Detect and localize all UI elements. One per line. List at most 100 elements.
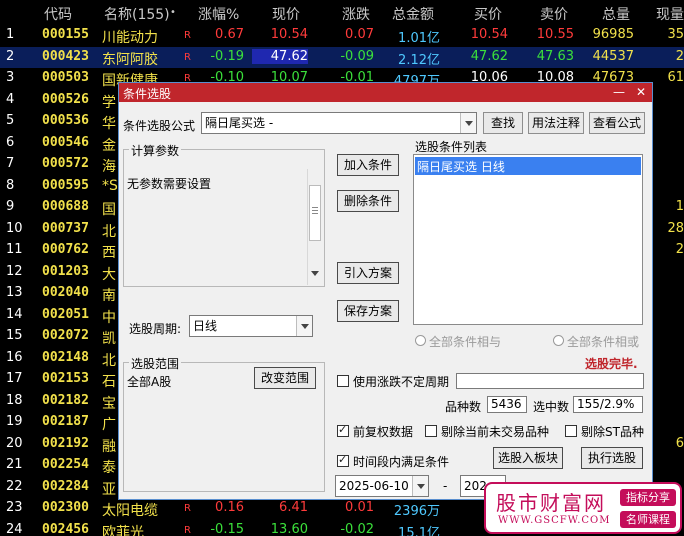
stock-code: 002300 xyxy=(42,500,89,515)
header-current-volume[interactable]: 现量 xyxy=(656,4,684,24)
header-amount[interactable]: 总金额 xyxy=(392,4,434,24)
params-group-title: 计算参数 xyxy=(129,142,182,159)
conditions-list[interactable]: 隔日尾买选 日线 xyxy=(413,154,643,325)
row-index: 17 xyxy=(6,371,23,386)
exclude-untraded-checkbox[interactable] xyxy=(425,425,437,437)
scroll-thumb[interactable] xyxy=(309,185,321,241)
change-range-button[interactable]: 改变范围 xyxy=(254,367,316,389)
row-index: 9 xyxy=(6,199,15,214)
stock-code: 002148 xyxy=(42,349,89,365)
add-condition-button[interactable]: 加入条件 xyxy=(337,154,399,176)
stock-code: 000688 xyxy=(42,199,89,214)
delete-condition-button[interactable]: 删除条件 xyxy=(337,190,399,212)
use-unclosed-period-label: 使用涨跌不定周期 xyxy=(353,375,450,389)
dialog-title: 条件选股 xyxy=(123,87,172,101)
header-bid[interactable]: 买价 xyxy=(474,4,502,24)
stock-code: 000546 xyxy=(42,134,89,150)
stock-code: 002051 xyxy=(42,306,89,322)
time-range-checkbox[interactable] xyxy=(337,453,349,467)
minimize-icon[interactable]: — xyxy=(611,84,627,100)
selected-label: 选中数 xyxy=(533,400,570,414)
params-group xyxy=(123,149,325,287)
change-percent: 0.67 xyxy=(215,27,244,42)
header-code[interactable]: 代码 xyxy=(44,4,72,24)
date-from-value: 2025-06-10 xyxy=(339,479,409,493)
run-screening-button[interactable]: 执行选股 xyxy=(581,447,643,469)
date-separator: - xyxy=(443,479,448,493)
stock-name: 东阿阿胶 xyxy=(102,51,158,68)
header-volume[interactable]: 总量 xyxy=(602,4,630,24)
row-index: 3 xyxy=(6,70,15,85)
watermark-tag-course: 名师课程 xyxy=(620,511,676,528)
row-index: 16 xyxy=(6,349,23,365)
row-index: 12 xyxy=(6,263,23,279)
count-label: 品种数 xyxy=(445,400,482,414)
exclude-untraded-label: 剔除当前未交易品种 xyxy=(441,425,550,439)
scroll-down-icon[interactable] xyxy=(311,271,319,276)
formula-select[interactable]: 隔日尾买选 - xyxy=(201,112,477,134)
header-price[interactable]: 现价 xyxy=(272,4,300,24)
stock-screening-dialog: 条件选股 — ✕ 条件选股公式 隔日尾买选 - 查找 用法注释 查看公式 计算参… xyxy=(118,82,653,500)
stock-code: 002254 xyxy=(42,457,89,472)
row-index: 6 xyxy=(6,134,15,150)
stock-code: 000737 xyxy=(42,220,89,236)
change-percent: 0.16 xyxy=(215,500,244,515)
radio-and[interactable] xyxy=(415,335,426,346)
forward-adjusted-checkbox[interactable] xyxy=(337,423,349,437)
header-ask[interactable]: 卖价 xyxy=(540,4,568,24)
amount: 2396万 xyxy=(393,504,440,519)
params-scrollbar[interactable] xyxy=(307,169,322,285)
use-unclosed-period-checkbox[interactable] xyxy=(337,375,349,387)
change-percent: -0.19 xyxy=(210,48,244,64)
bid-price: 10.54 xyxy=(470,27,508,42)
table-row[interactable]: 1 000155 川能动力 R 0.67 10.54 0.07 1.01亿 10.54 10.55… xyxy=(0,25,684,46)
add-to-block-button[interactable]: 选股入板块 xyxy=(493,447,563,469)
change: 0.07 xyxy=(345,27,374,42)
row-index: 24 xyxy=(6,521,23,536)
header-change[interactable]: 涨跌 xyxy=(342,4,370,24)
chevron-down-icon[interactable] xyxy=(460,113,476,133)
import-scheme-button[interactable]: 引入方案 xyxy=(337,262,399,284)
stock-code: 002284 xyxy=(42,478,89,494)
header-pct[interactable]: 涨幅% xyxy=(198,4,239,24)
change: 0.01 xyxy=(345,500,374,515)
stock-code: 001203 xyxy=(42,263,89,279)
close-icon[interactable]: ✕ xyxy=(633,84,649,100)
unclosed-period-input[interactable] xyxy=(456,373,644,389)
save-scheme-button[interactable]: 保存方案 xyxy=(337,300,399,322)
usage-notes-button[interactable]: 用法注释 xyxy=(528,112,584,134)
exclude-st-checkbox[interactable] xyxy=(565,425,577,437)
current-volume: 35 xyxy=(667,27,684,42)
price: 6.41 xyxy=(279,500,308,515)
row-index: 23 xyxy=(6,500,23,515)
date-from-picker[interactable]: 2025-06-10 xyxy=(335,475,429,497)
stock-code: 000155 xyxy=(42,27,89,42)
selected-value: 155/2.9% xyxy=(573,396,643,413)
selected-value-text: 155/2.9% xyxy=(577,397,635,411)
row-index: 18 xyxy=(6,392,23,408)
chevron-down-icon[interactable] xyxy=(412,476,428,496)
period-select[interactable]: 日线 xyxy=(189,315,313,337)
margin-flag: R xyxy=(184,51,191,63)
change-percent: -0.15 xyxy=(210,521,244,536)
stock-code: 002040 xyxy=(42,285,89,300)
price: 47.62 xyxy=(252,48,308,64)
chevron-down-icon[interactable] xyxy=(296,316,312,336)
ask-price: 10.55 xyxy=(536,27,574,42)
list-item-selected[interactable]: 隔日尾买选 日线 xyxy=(415,157,641,175)
stock-code: 000762 xyxy=(42,242,89,257)
find-button[interactable]: 查找 xyxy=(483,112,523,134)
view-formula-button[interactable]: 查看公式 xyxy=(589,112,645,134)
stock-code: 002192 xyxy=(42,435,89,451)
row-index: 22 xyxy=(6,478,23,494)
table-header: 代码 名称(155) • 涨幅% 现价 涨跌 总金额 买价 卖价 总量 现量 xyxy=(0,0,684,25)
ask-price: 47.63 xyxy=(536,48,574,64)
stock-code: 002187 xyxy=(42,414,89,429)
table-row[interactable]: 2 000423 东阿阿胶 R -0.19 47.62 -0.09 2.12亿 47.62 47.… xyxy=(0,46,684,68)
stock-name: 太阳电缆 xyxy=(102,503,158,519)
radio-or[interactable] xyxy=(553,335,564,346)
header-name[interactable]: 名称(155) xyxy=(104,4,170,24)
volume: 96985 xyxy=(592,27,634,42)
watermark-title: 股市财富网 xyxy=(496,491,606,515)
dialog-title-bar[interactable]: 条件选股 — ✕ xyxy=(119,83,652,102)
